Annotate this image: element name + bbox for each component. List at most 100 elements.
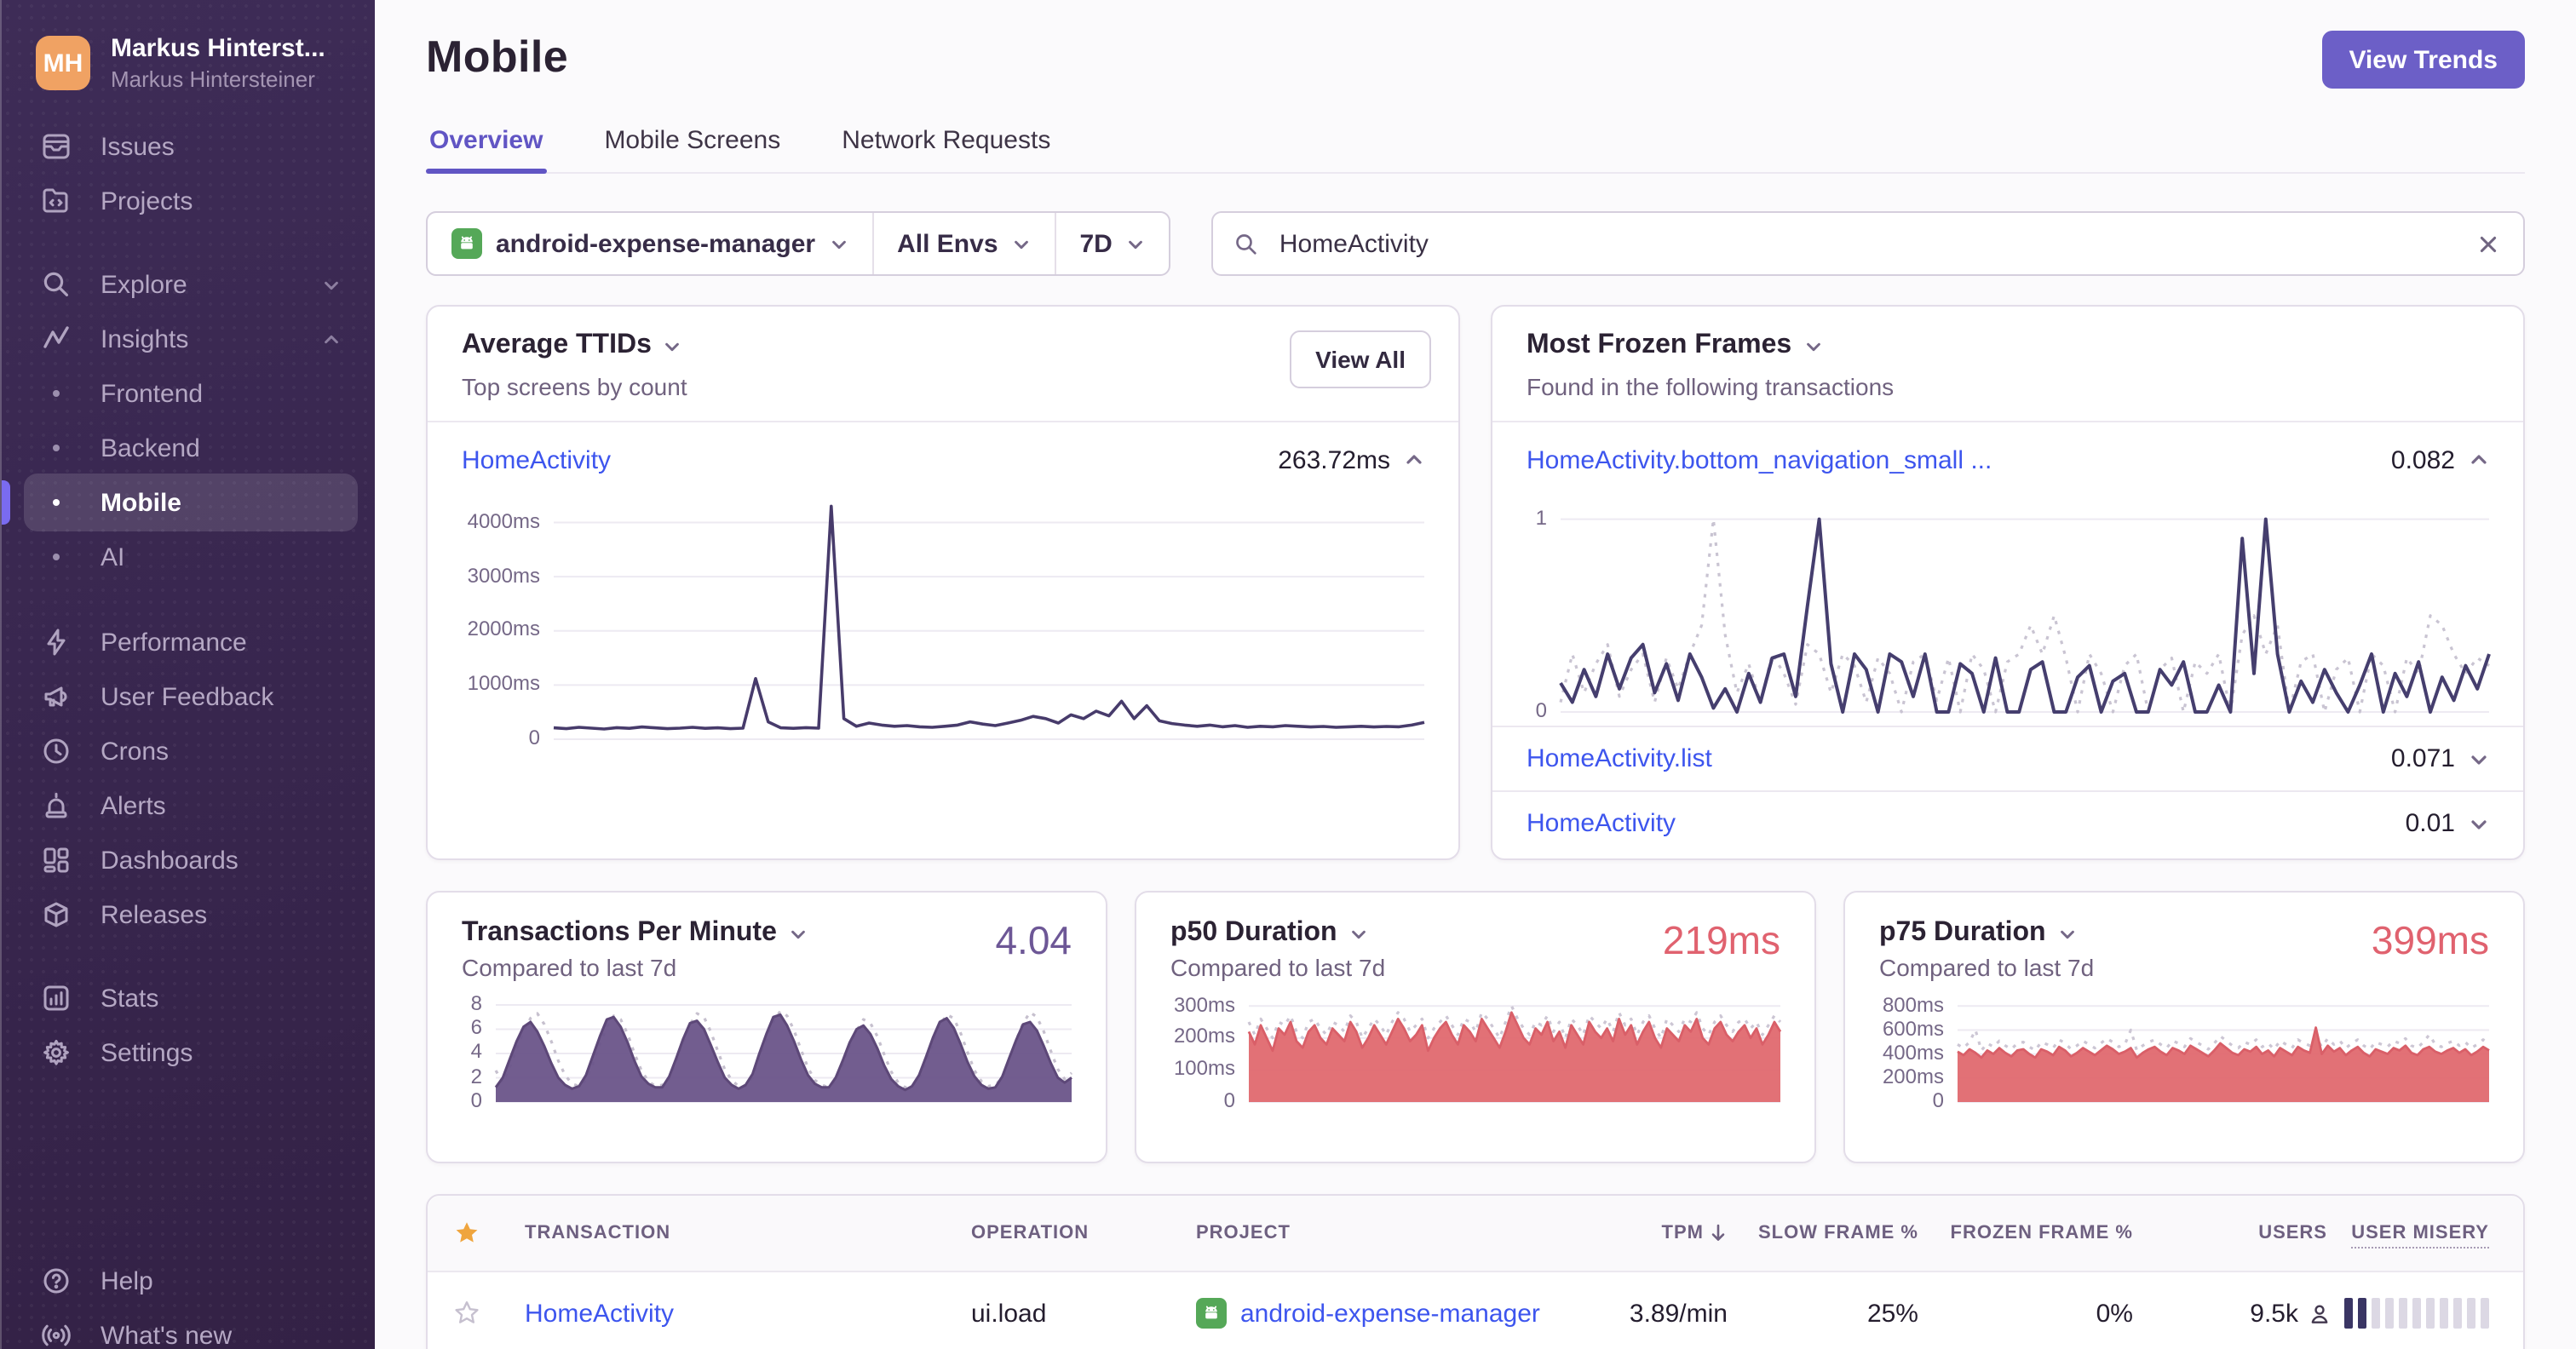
p75-duration-card: p75 Duration Compared to last 7d 399ms 8… xyxy=(1843,891,2525,1163)
clear-search-icon[interactable] xyxy=(2474,229,2503,258)
lightning-icon xyxy=(39,625,73,659)
row-value: 0.01 xyxy=(2405,809,2455,838)
sidebar-item-releases[interactable]: Releases xyxy=(2,887,375,942)
transaction-link[interactable]: HomeActivity.bottom_navigation_small ... xyxy=(1527,445,1992,474)
col-header-project[interactable]: PROJECT xyxy=(1196,1223,1561,1243)
transaction-link[interactable]: HomeActivity xyxy=(462,445,611,474)
org-name: Markus Hintersteiner xyxy=(111,66,315,92)
bullet-icon xyxy=(39,445,73,451)
p50-chart: 300ms 200ms 100ms 0 xyxy=(1170,992,1782,1112)
p75-value: 399ms xyxy=(2371,918,2489,962)
row-value: 0.082 xyxy=(2390,445,2455,474)
col-header-users[interactable]: USERS xyxy=(2136,1223,2331,1243)
sidebar-item-ai[interactable]: AI xyxy=(2,530,375,584)
sidebar-item-user-feedback[interactable]: User Feedback xyxy=(2,669,375,724)
sidebar-item-performance[interactable]: Performance xyxy=(2,615,375,669)
users-cell: 9.5k xyxy=(2136,1299,2331,1328)
row-value: 263.72ms xyxy=(1278,445,1390,474)
user-menu[interactable]: MH Markus Hinterst... Markus Hinterstein… xyxy=(2,0,375,92)
megaphone-icon xyxy=(39,680,73,714)
search-input[interactable] xyxy=(1275,227,2457,260)
sidebar-item-whats-new[interactable]: What's new xyxy=(2,1308,375,1349)
avg-ttids-title[interactable]: Average TTIDs xyxy=(462,330,1424,361)
dashboards-icon xyxy=(39,843,73,877)
col-header-frozen-frame[interactable]: FROZEN FRAME % xyxy=(1922,1223,2136,1243)
sidebar-item-stats[interactable]: Stats xyxy=(2,971,375,1025)
project-link[interactable]: android-expense-manager xyxy=(1240,1299,1540,1328)
col-header-tpm[interactable]: TPM xyxy=(1561,1223,1731,1243)
project-filter[interactable]: android-expense-manager xyxy=(428,213,871,274)
col-header-user-misery[interactable]: USER MISERY xyxy=(2331,1223,2523,1249)
filter-bar: android-expense-manager All Envs 7D xyxy=(426,211,2525,276)
collapse-icon[interactable] xyxy=(2469,450,2489,470)
row-value: 0.071 xyxy=(2390,744,2455,773)
sidebar-item-frontend[interactable]: Frontend xyxy=(2,366,375,421)
tab-network-requests[interactable]: Network Requests xyxy=(838,126,1054,172)
frozen-frames-title[interactable]: Most Frozen Frames xyxy=(1527,330,2489,361)
slow-frame-cell: 25% xyxy=(1866,1299,1918,1328)
chevron-down-icon xyxy=(829,234,848,253)
transaction-link[interactable]: HomeActivity.list xyxy=(1527,744,1712,773)
frozen-frames-chart: 10 xyxy=(1492,504,2523,722)
tpm-title[interactable]: Transactions Per Minute xyxy=(462,918,808,949)
avatar: MH xyxy=(36,36,90,90)
p75-chart: 800ms 600ms 400ms 200ms 0 xyxy=(1879,992,2490,1112)
releases-icon xyxy=(39,898,73,932)
siren-icon xyxy=(39,789,73,823)
android-project-icon xyxy=(1196,1298,1227,1329)
chevron-down-icon xyxy=(1012,234,1031,253)
environment-filter[interactable]: All Envs xyxy=(873,213,1054,274)
chevron-down-icon xyxy=(322,275,341,294)
ttids-transaction-row: HomeActivity 263.72ms xyxy=(428,422,1458,497)
tab-mobile-screens[interactable]: Mobile Screens xyxy=(601,126,784,172)
sidebar-item-mobile[interactable]: Mobile xyxy=(2,475,375,530)
star-icon xyxy=(456,1222,478,1243)
tpm-card: Transactions Per Minute Compared to last… xyxy=(426,891,1107,1163)
tpm-chart: 86420 xyxy=(462,991,1073,1112)
collapse-icon[interactable] xyxy=(1404,450,1424,470)
chevron-up-icon xyxy=(322,330,341,348)
sidebar-item-explore[interactable]: Explore xyxy=(2,257,375,312)
frozen-row-expanded: HomeActivity.bottom_navigation_small ...… xyxy=(1492,422,2523,497)
date-range-filter[interactable]: 7D xyxy=(1056,213,1169,274)
tab-overview[interactable]: Overview xyxy=(426,126,546,174)
starred-column-header[interactable] xyxy=(428,1220,506,1247)
sidebar-footer: Help What's new xyxy=(2,1254,375,1349)
transaction-link[interactable]: HomeActivity xyxy=(1527,809,1676,838)
search-box xyxy=(1210,211,2525,276)
expand-icon[interactable] xyxy=(2469,813,2489,834)
view-trends-button[interactable]: View Trends xyxy=(2321,31,2525,89)
help-icon xyxy=(39,1264,73,1298)
col-header-slow-frame[interactable]: SLOW FRAME % xyxy=(1731,1223,1922,1243)
chevron-down-icon xyxy=(1349,924,1368,943)
sidebar-item-issues[interactable]: Issues xyxy=(2,119,375,174)
p75-title[interactable]: p75 Duration xyxy=(1879,918,2094,949)
transactions-table: TRANSACTION OPERATION PROJECT TPM SLOW F… xyxy=(426,1194,2525,1349)
sidebar-item-help[interactable]: Help xyxy=(2,1254,375,1308)
sidebar-item-dashboards[interactable]: Dashboards xyxy=(2,833,375,887)
sidebar-nav: Issues Projects Explore Insights Fronten… xyxy=(2,119,375,1080)
sidebar-item-crons[interactable]: Crons xyxy=(2,724,375,778)
bullet-icon xyxy=(39,390,73,397)
sidebar-item-backend[interactable]: Backend xyxy=(2,421,375,475)
p50-subtitle: Compared to last 7d xyxy=(1170,954,1386,981)
sidebar-item-projects[interactable]: Projects xyxy=(2,174,375,228)
sidebar-item-settings[interactable]: Settings xyxy=(2,1025,375,1080)
expand-icon[interactable] xyxy=(2469,749,2489,769)
clock-icon xyxy=(39,734,73,768)
transaction-link[interactable]: HomeActivity xyxy=(525,1299,674,1328)
col-header-transaction[interactable]: TRANSACTION xyxy=(506,1223,971,1243)
view-all-button[interactable]: View All xyxy=(1290,330,1431,388)
avg-ttids-card: Average TTIDs Top screens by count View … xyxy=(426,305,1460,860)
col-header-operation[interactable]: OPERATION xyxy=(971,1223,1196,1243)
p50-title[interactable]: p50 Duration xyxy=(1170,918,1385,949)
search-icon xyxy=(39,267,73,301)
user-name: Markus Hinterst... xyxy=(111,34,325,63)
p50-value: 219ms xyxy=(1662,918,1780,962)
sidebar-item-alerts[interactable]: Alerts xyxy=(2,778,375,833)
search-icon xyxy=(1233,231,1259,256)
gear-icon xyxy=(39,1036,73,1070)
issues-icon xyxy=(39,129,73,164)
sidebar-item-insights[interactable]: Insights xyxy=(2,312,375,366)
star-toggle[interactable] xyxy=(428,1300,506,1327)
